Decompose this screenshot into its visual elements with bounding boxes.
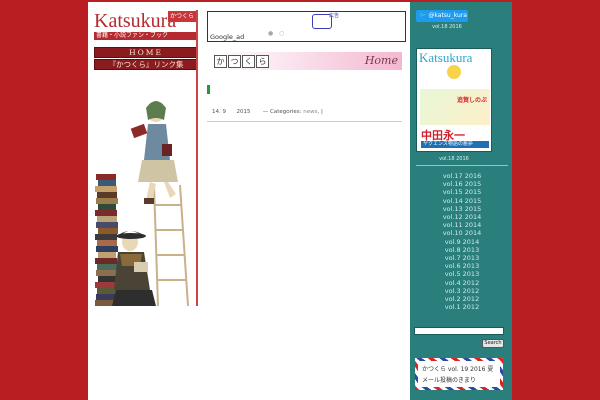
post-date-year: 2015 [236,109,251,115]
cover-title: Katsukura [419,50,473,65]
logo-subtitle: 書籍・小説ファン・ブック [94,32,198,40]
volume-link[interactable]: vol.7 2013 [416,254,508,262]
post-divider [207,121,402,122]
volume-link[interactable]: vol.13 2015 [416,205,508,213]
logo-stamp: かつくら [168,11,196,22]
home-button[interactable]: HOME [94,47,198,58]
mail-banner-line2: メール投稿のきまり [422,377,476,384]
mail-banner-text: かつくら vol. 19 2016 夏 メール投稿のきまり [422,364,493,386]
volume-link[interactable]: vol.17 2016 [416,172,508,180]
volume-link[interactable]: vol.11 2014 [416,221,508,229]
cover-blurb: 追賀しのぶ [457,97,488,104]
volume-link[interactable]: vol.2 2012 [416,295,508,303]
search-input[interactable] [414,327,504,335]
volume-list: vol.17 2016 vol.16 2015 vol.15 2015 vol.… [416,172,508,311]
ad-corner-label: 広告 [329,13,340,19]
cover-band: ヤクエンス物語の悪夢 [421,141,489,148]
twitter-follow-button[interactable]: 🐦 @katsu_kura [416,10,468,22]
header-kana-2: つ [228,55,241,68]
volume-link[interactable]: vol.6 2013 [416,262,508,270]
volume-link[interactable]: vol.1 2012 [416,303,508,311]
left-column-divider [196,10,198,306]
post-meta: 14. 9 2015 — Categories: news, | [212,109,323,115]
ad-carousel-dots[interactable]: ● ○ [268,30,286,37]
volume-link[interactable]: vol.14 2015 [416,197,508,205]
volume-link[interactable]: vol.5 2013 [416,270,508,278]
post-categories-label: — Categories: [262,109,302,115]
header-kana-4: ら [256,55,269,68]
links-button[interactable]: 『かつくら』リンク集 [94,59,198,70]
search-button[interactable]: Search [482,339,504,348]
header-kana-1: か [214,55,227,68]
left-column: Katsukura かつくら 書籍・小説ファン・ブック HOME 『かつくら』リ… [94,10,198,306]
post-meta-separator: , | [317,109,323,115]
volume-link[interactable]: vol.9 2014 [416,238,508,246]
post-date-day: 14. 9 [212,109,226,115]
cover-badge [447,65,461,79]
post-marker [207,85,210,94]
header-home-script: Home [364,54,398,67]
header-kana-3: く [242,55,255,68]
volume-link[interactable]: vol.15 2015 [416,188,508,196]
site-logo[interactable]: Katsukura かつくら 書籍・小説ファン・ブック [94,10,198,42]
ad-label: Google_ad [210,33,245,41]
volume-link[interactable]: vol.10 2014 [416,229,508,237]
ad-banner[interactable]: 広告 ● ○ Google_ad [207,11,406,42]
logo-title: Katsukura [94,10,177,32]
volume-link[interactable]: vol.16 2015 [416,180,508,188]
volume-link[interactable]: vol.3 2012 [416,287,508,295]
illustration-readers [95,101,189,306]
current-volume-label: vol.18 2016 [432,24,462,30]
cover-caption: vol.18 2016 [439,156,469,162]
mail-submission-banner[interactable]: かつくら vol. 19 2016 夏 メール投稿のきまり [415,358,503,390]
twitter-handle: @katsu_kura [428,12,467,19]
volume-link[interactable]: vol.12 2014 [416,213,508,221]
magazine-cover[interactable]: Katsukura 追賀しのぶ 中田永一 ヤクエンス物語の悪夢 [416,48,492,152]
sidebar-divider [416,165,508,166]
mail-banner-line1: かつくら vol. 19 2016 夏 [422,366,494,373]
page-header-bar: か つ く ら Home [210,52,402,70]
post-category-link[interactable]: news [303,109,317,115]
volume-link[interactable]: vol.4 2012 [416,279,508,287]
volume-link[interactable]: vol.8 2013 [416,246,508,254]
twitter-icon: 🐦 [419,12,427,19]
